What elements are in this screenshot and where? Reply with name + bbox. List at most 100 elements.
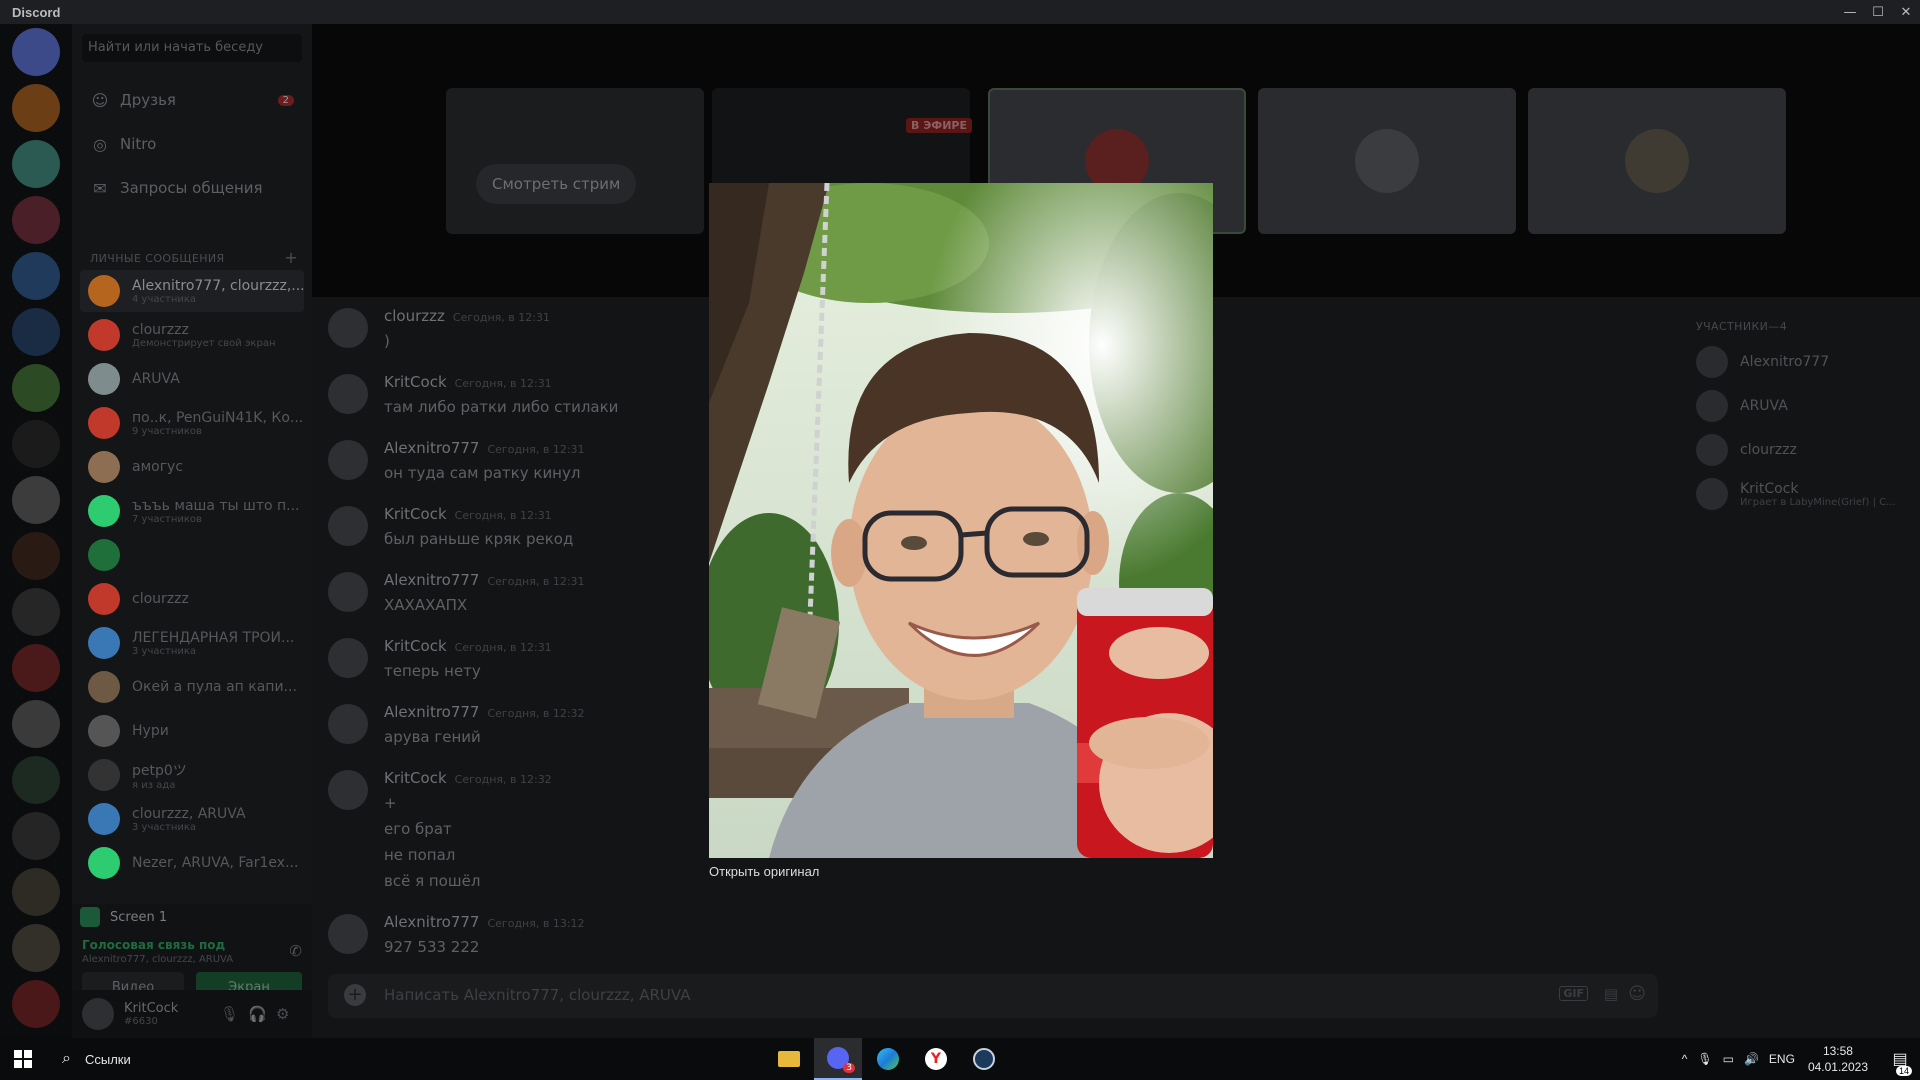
watch-stream-button[interactable]: Смотреть стрим: [476, 164, 637, 204]
stream-tile[interactable]: [446, 88, 704, 234]
steam-app[interactable]: [960, 1038, 1008, 1080]
server-icon[interactable]: [12, 644, 60, 692]
dm-item[interactable]: clourzzz, ARUVA 3 участника: [80, 798, 304, 840]
avatar: [88, 803, 120, 835]
message-author[interactable]: KritCock: [384, 505, 447, 523]
chevron-up-icon[interactable]: ^: [1682, 1052, 1688, 1066]
maximize-button[interactable]: ☐: [1864, 0, 1892, 24]
clock[interactable]: 13:58 04.01.2023: [1808, 1043, 1868, 1075]
dm-item[interactable]: petp0ツ я из ада: [80, 754, 304, 796]
dm-item[interactable]: ARUVA: [80, 358, 304, 400]
dm-item[interactable]: Alexnitro777, clourzzz,... 4 участника: [80, 270, 304, 312]
server-icon[interactable]: [12, 84, 60, 132]
photo-image: [709, 183, 1213, 858]
server-icon[interactable]: [12, 700, 60, 748]
dm-item[interactable]: ъъъь маша ты што п... 7 участников: [80, 490, 304, 532]
member-item[interactable]: KritCock Играет в LabyMine(Grief) | C...: [1696, 474, 1896, 514]
dm-item[interactable]: амогус: [80, 446, 304, 488]
server-icon[interactable]: [12, 532, 60, 580]
avatar[interactable]: [328, 638, 368, 678]
server-icon[interactable]: [12, 868, 60, 916]
avatar[interactable]: [328, 308, 368, 348]
server-icon[interactable]: [12, 252, 60, 300]
message-input[interactable]: Написать Alexnitro777, clourzzz, ARUVA: [384, 986, 690, 1004]
server-icon[interactable]: [12, 140, 60, 188]
user-tag: #6630: [124, 1016, 158, 1027]
message-author[interactable]: clourzzz: [384, 307, 445, 325]
server-icon[interactable]: [12, 364, 60, 412]
dm-item[interactable]: Nezer, ARUVA, Far1ex...: [80, 842, 304, 884]
server-icon[interactable]: [12, 476, 60, 524]
server-icon[interactable]: [12, 812, 60, 860]
open-original-link[interactable]: Открыть оригинал: [709, 864, 819, 879]
notification-icon[interactable]: ▤ 14: [1885, 1044, 1915, 1076]
close-button[interactable]: ✕: [1892, 0, 1920, 24]
server-icon[interactable]: [12, 196, 60, 244]
avatar[interactable]: [328, 440, 368, 480]
edge-app[interactable]: [864, 1038, 912, 1080]
message-author[interactable]: Alexnitro777: [384, 439, 479, 457]
sticker-icon[interactable]: ▤: [1604, 985, 1618, 1003]
screen-share-item[interactable]: Screen 1: [80, 904, 304, 930]
dm-item[interactable]: [80, 534, 304, 576]
file-explorer-app[interactable]: [765, 1038, 813, 1080]
discord-app-button[interactable]: 3: [814, 1038, 862, 1080]
avatar[interactable]: [328, 704, 368, 744]
mic-icon[interactable]: 🎙: [220, 1005, 239, 1023]
dm-item[interactable]: Окей а пула ап капи...: [80, 666, 304, 708]
dm-name: clourzzz: [132, 321, 189, 338]
message-author[interactable]: Alexnitro777: [384, 571, 479, 589]
avatar[interactable]: [328, 572, 368, 612]
image-viewer[interactable]: [709, 183, 1213, 858]
attach-button[interactable]: +: [344, 984, 366, 1006]
start-button[interactable]: [0, 1038, 46, 1080]
create-dm-button[interactable]: +: [284, 248, 298, 267]
nav-friends[interactable]: ☺ Друзья 2: [80, 80, 304, 120]
dm-search-input[interactable]: Найти или начать беседу: [82, 34, 302, 62]
disconnect-icon[interactable]: ✆: [289, 942, 302, 960]
message-author[interactable]: Alexnitro777: [384, 913, 479, 931]
nav-nitro[interactable]: ◎ Nitro: [80, 124, 304, 164]
network-icon[interactable]: ▭: [1723, 1052, 1734, 1066]
avatar[interactable]: [82, 998, 114, 1030]
dm-item[interactable]: clourzzz: [80, 578, 304, 620]
window-title: Discord: [12, 4, 61, 20]
minimize-button[interactable]: —: [1836, 0, 1864, 24]
mic-icon[interactable]: 🎙: [1697, 1052, 1712, 1066]
language-indicator[interactable]: ENG: [1769, 1052, 1795, 1066]
dm-item[interactable]: по..к, PenGuiN41K, Ко... 9 участников: [80, 402, 304, 444]
server-icon[interactable]: [12, 308, 60, 356]
avatar[interactable]: [328, 770, 368, 810]
headphones-icon[interactable]: 🎧: [248, 1005, 267, 1023]
volume-icon[interactable]: 🔊: [1744, 1052, 1759, 1066]
gif-button[interactable]: GIF: [1559, 986, 1588, 1001]
dm-item[interactable]: ЛЕГЕНДАРНАЯ ТРОИ... 3 участника: [80, 622, 304, 664]
participant-tile[interactable]: [1258, 88, 1516, 234]
member-item[interactable]: clourzzz: [1696, 430, 1797, 470]
taskbar-search[interactable]: ⌕ Ссылки: [56, 1038, 131, 1080]
member-item[interactable]: Alexnitro777: [1696, 342, 1829, 382]
emoji-icon[interactable]: ☺: [1628, 984, 1646, 1004]
avatar[interactable]: [328, 914, 368, 954]
avatar[interactable]: [328, 374, 368, 414]
server-icon[interactable]: [12, 924, 60, 972]
home-button[interactable]: [12, 28, 60, 76]
server-icon[interactable]: [12, 588, 60, 636]
participant-tile[interactable]: [1528, 88, 1786, 234]
nav-message-requests[interactable]: ✉ Запросы общения: [80, 168, 304, 208]
message-author[interactable]: Alexnitro777: [384, 703, 479, 721]
message-author[interactable]: KritCock: [384, 373, 447, 391]
yandex-app[interactable]: Y: [912, 1038, 960, 1080]
server-icon[interactable]: [12, 420, 60, 468]
dm-item[interactable]: clourzzz Демонстрирует свой экран: [80, 314, 304, 356]
server-icon[interactable]: [12, 756, 60, 804]
avatar[interactable]: [328, 506, 368, 546]
member-item[interactable]: ARUVA: [1696, 386, 1788, 426]
message-author[interactable]: KritCock: [384, 769, 447, 787]
dm-item[interactable]: Нури: [80, 710, 304, 752]
gear-icon[interactable]: ⚙: [276, 1005, 289, 1023]
message-author[interactable]: KritCock: [384, 637, 447, 655]
server-icon[interactable]: [12, 980, 60, 1028]
message-composer[interactable]: + Написать Alexnitro777, clourzzz, ARUVA…: [328, 974, 1658, 1018]
dm-name: Нури: [132, 723, 169, 739]
